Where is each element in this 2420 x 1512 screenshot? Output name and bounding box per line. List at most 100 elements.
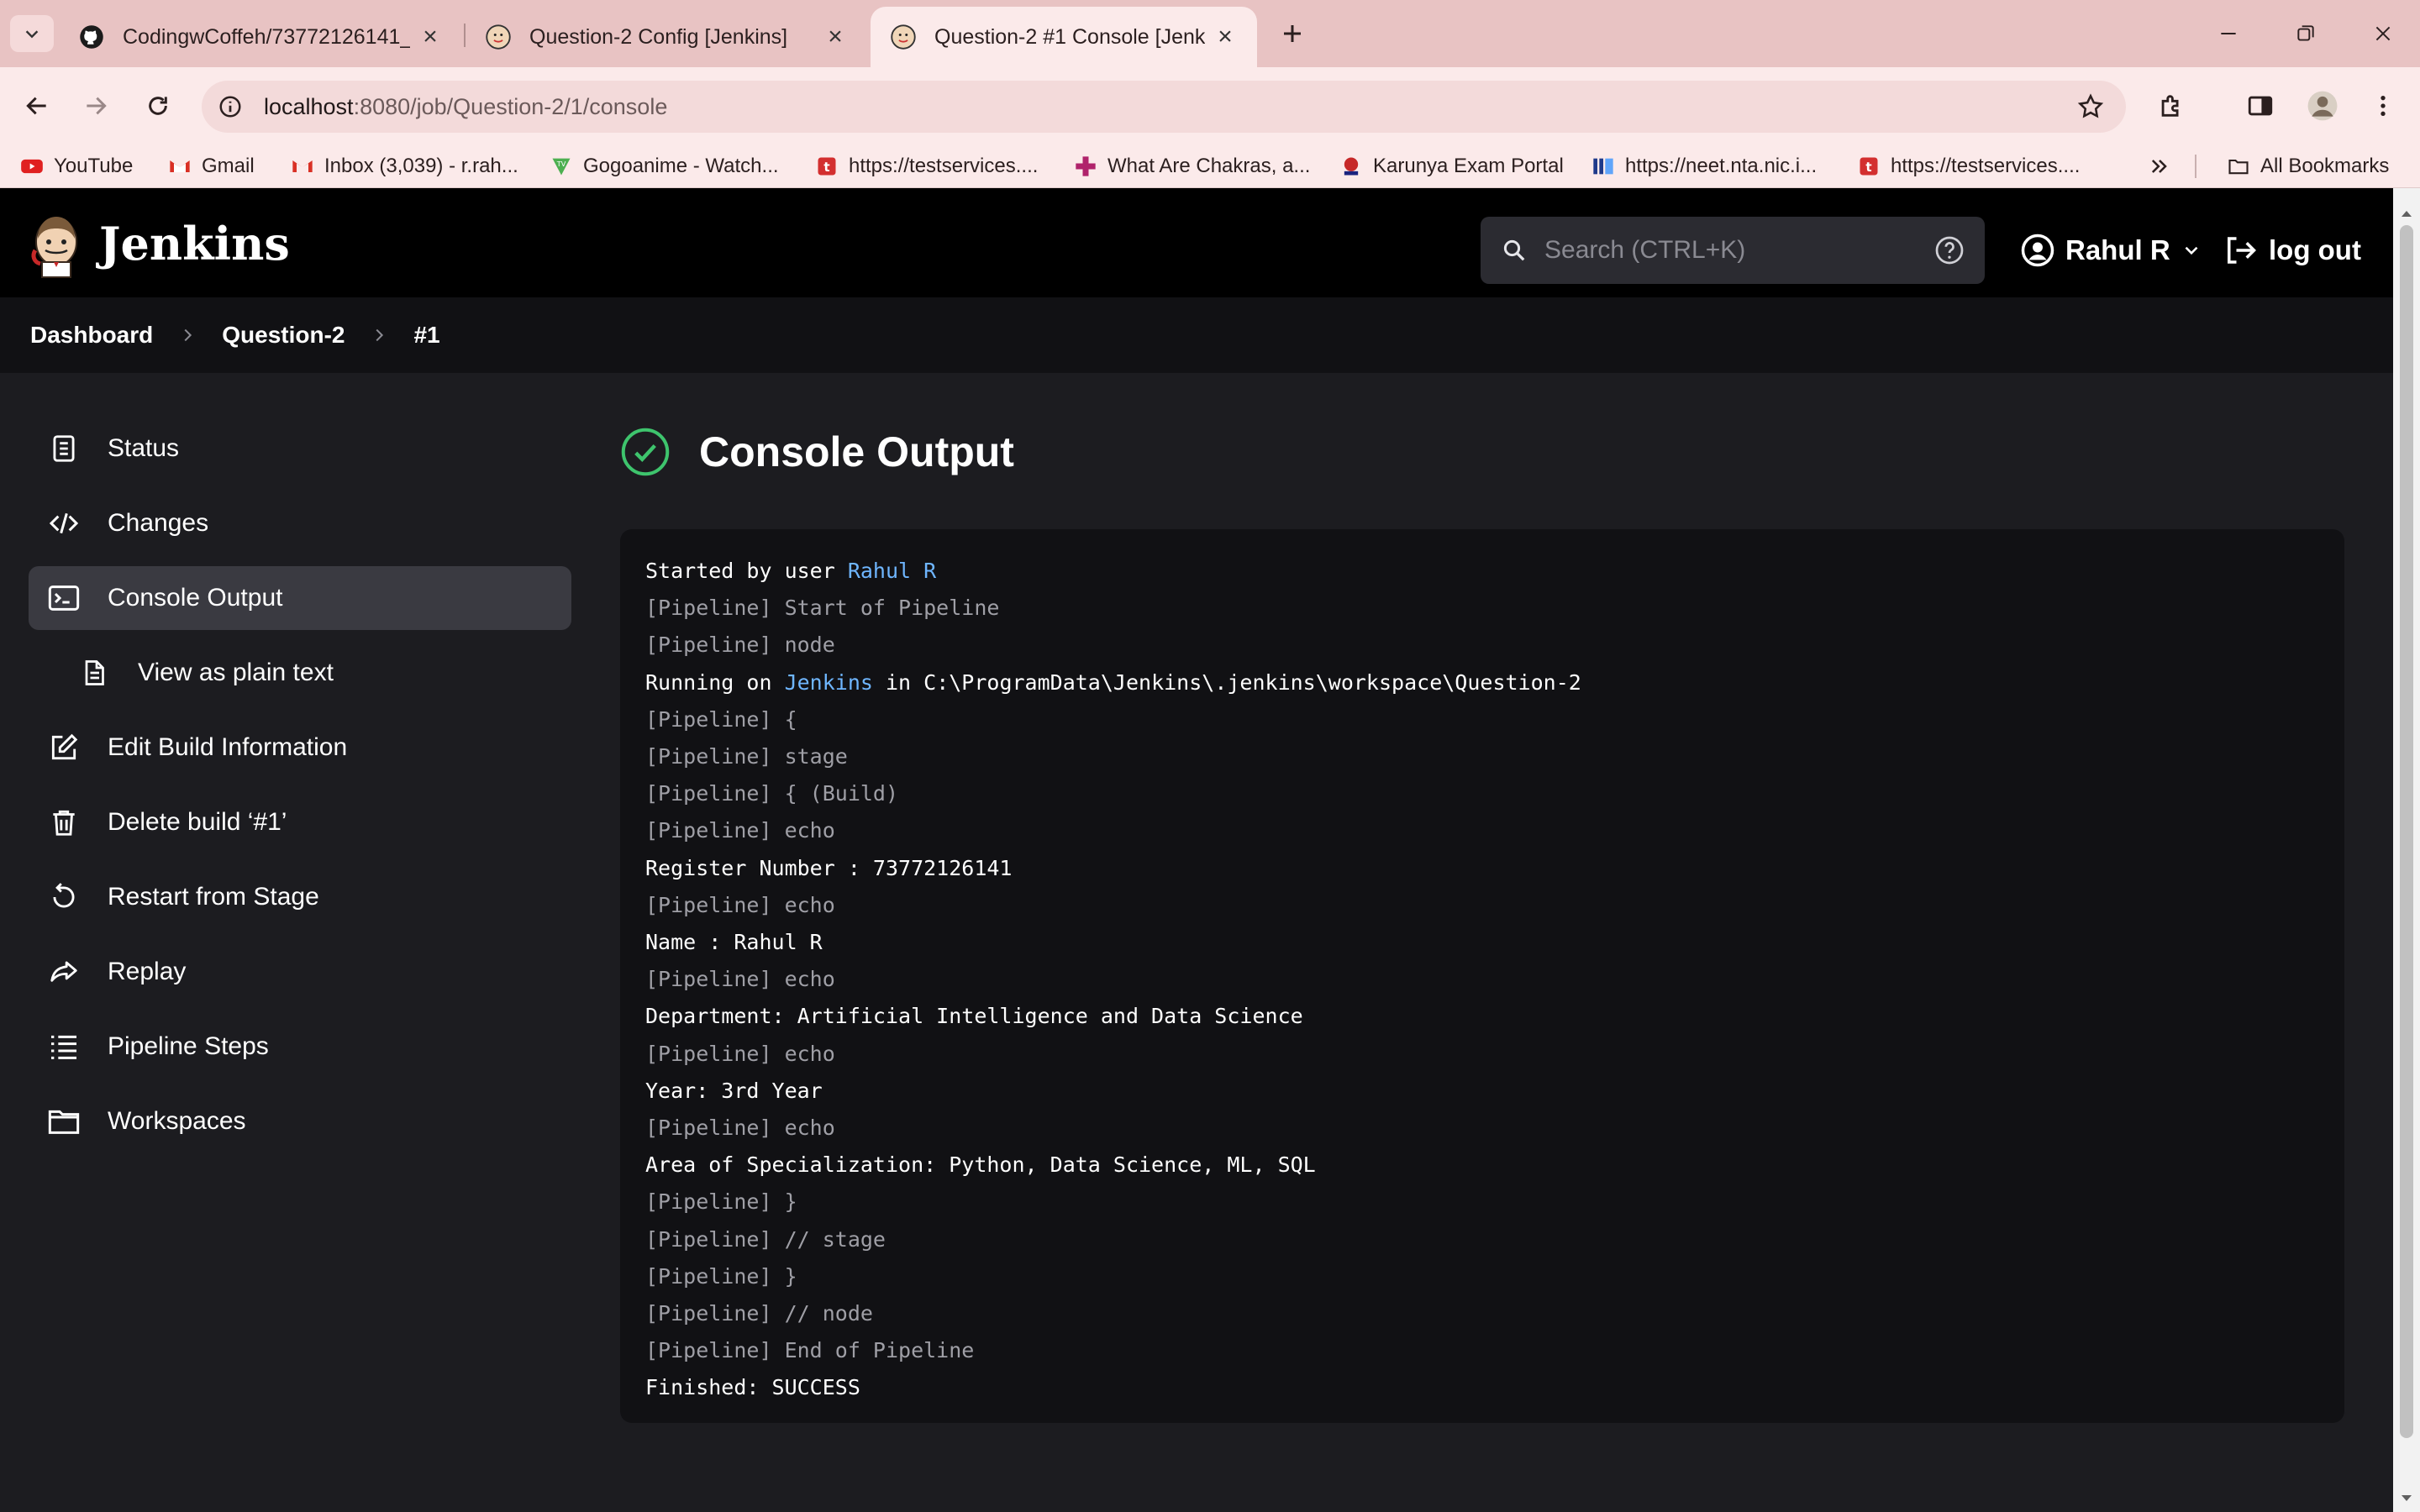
user-menu[interactable]: Rahul R (2020, 225, 2202, 276)
console-line: Year: 3rd Year (645, 1073, 2319, 1110)
list-icon (45, 1028, 82, 1065)
close-icon[interactable]: × (1213, 23, 1237, 50)
bookmark-gmail[interactable]: Gmail (168, 151, 255, 181)
tab-title: Question-2 #1 Console [Jenkins (934, 24, 1205, 49)
restore-icon (2297, 25, 2314, 41)
svg-text:t: t (1865, 160, 1871, 175)
breadcrumb: Dashboard Question-2 #1 (0, 297, 2393, 373)
browser-tab-github[interactable]: CodingwCoffeh/73772126141_ × (59, 7, 462, 67)
bookmark-inbox[interactable]: Inbox (3,039) - r.rah... (291, 151, 518, 181)
bookmarks-divider (2195, 155, 2196, 178)
reload-button[interactable] (138, 86, 178, 126)
svg-text:TV: TV (556, 160, 566, 168)
folder-icon (2227, 155, 2250, 178)
tab-title: CodingwCoffeh/73772126141_ (123, 24, 410, 49)
browser-tab-config[interactable]: Question-2 Config [Jenkins] × (466, 7, 867, 67)
bookmark-chakras[interactable]: What Are Chakras, a... (1074, 151, 1310, 181)
sidebar-item-label: Delete build ‘#1’ (108, 808, 287, 836)
console-line-text: [Pipeline] Start of Pipeline (645, 596, 1000, 621)
bookmark-star-icon[interactable] (2074, 90, 2107, 123)
sidebar-item-edit-build-information[interactable]: Edit Build Information (29, 716, 571, 780)
url-text: localhost:8080/job/Question-2/1/console (264, 94, 667, 120)
cross-icon (1074, 155, 1097, 178)
sidebar-item-workspaces[interactable]: Workspaces (29, 1089, 571, 1153)
bookmark-gogoanime[interactable]: TV Gogoanime - Watch... (550, 151, 779, 181)
breadcrumb-job[interactable]: Question-2 (222, 322, 345, 349)
minimize-button[interactable] (2190, 0, 2267, 67)
chevron-double-right-icon (2151, 160, 2167, 173)
github-icon (79, 24, 104, 50)
console-line: Department: Artificial Intelligence and … (645, 998, 2319, 1035)
bookmarks-overflow-button[interactable] (2148, 151, 2171, 181)
chevron-right-icon (370, 326, 388, 344)
jenkins-title[interactable]: Jenkins (99, 217, 290, 270)
breadcrumb-build[interactable]: #1 (413, 322, 439, 349)
page-scrollbar[interactable] (2393, 188, 2420, 1512)
extensions-button[interactable] (2151, 86, 2191, 126)
file-text-icon (76, 654, 113, 691)
sidebar-item-delete-build[interactable]: Delete build ‘#1’ (29, 790, 571, 854)
jenkins-search-box[interactable] (1481, 217, 1985, 284)
back-button[interactable] (17, 86, 57, 126)
breadcrumb-dashboard[interactable]: Dashboard (30, 322, 153, 349)
scrollbar-thumb[interactable] (2400, 225, 2413, 1438)
sidebar-item-label: Status (108, 434, 180, 462)
sidebar-item-replay[interactable]: Replay (29, 940, 571, 1004)
browser-menu-button[interactable] (2363, 86, 2403, 126)
bookmark-youtube[interactable]: YouTube (20, 151, 133, 181)
site-info-icon[interactable] (213, 90, 247, 123)
sidebar-item-status[interactable]: Status (29, 417, 571, 480)
all-bookmarks-button[interactable]: All Bookmarks (2227, 151, 2389, 181)
console-line: Running on Jenkins in C:\ProgramData\Jen… (645, 664, 2319, 701)
testservices-icon: t (1857, 155, 1881, 178)
tab-search-button[interactable] (10, 15, 54, 52)
trash-icon (45, 804, 82, 841)
help-icon[interactable] (1933, 234, 1966, 267)
close-icon[interactable]: × (823, 23, 847, 50)
restore-button[interactable] (2267, 0, 2344, 67)
youtube-icon (20, 155, 44, 178)
console-line-text: Running on (645, 669, 785, 695)
bookmark-label: Karunya Exam Portal (1373, 155, 1564, 177)
bookmark-label: Inbox (3,039) - r.rah... (324, 155, 518, 177)
bookmark-karunya[interactable]: Karunya Exam Portal (1339, 151, 1564, 181)
sidebar-item-pipeline-steps[interactable]: Pipeline Steps (29, 1015, 571, 1079)
edit-icon (45, 729, 82, 766)
console-line-text: Area of Specialization: Python, Data Sci… (645, 1152, 1316, 1178)
sidebar-item-view-plain-text[interactable]: View as plain text (29, 641, 571, 705)
bookmark-testservices-1[interactable]: t https://testservices.... (815, 151, 1038, 181)
gmail-icon (168, 155, 192, 178)
sidebar-item-restart-from-stage[interactable]: Restart from Stage (29, 865, 571, 929)
sidebar-item-changes[interactable]: Changes (29, 491, 571, 555)
bookmark-neet[interactable]: https://neet.nta.nic.i... (1591, 151, 1817, 181)
bookmark-label: What Are Chakras, a... (1107, 155, 1311, 177)
folder-icon (45, 1103, 82, 1140)
profile-avatar[interactable] (2302, 86, 2343, 126)
console-link[interactable]: Jenkins (785, 670, 873, 695)
side-panel-button[interactable] (2240, 86, 2281, 126)
forward-button[interactable] (76, 86, 116, 126)
bookmark-testservices-2[interactable]: t https://testservices.... (1857, 151, 2080, 181)
logout-link[interactable]: log out (2222, 225, 2361, 276)
scroll-down-icon[interactable] (2393, 1490, 2420, 1507)
url-host: localhost (264, 93, 354, 119)
search-icon (1497, 234, 1531, 267)
code-icon (45, 505, 82, 542)
console-line: Started by user Rahul R (645, 553, 2319, 590)
terminal-icon (45, 580, 82, 617)
close-window-button[interactable] (2344, 0, 2420, 67)
jenkins-logo-icon[interactable] (30, 213, 82, 281)
address-bar[interactable]: localhost:8080/job/Question-2/1/console (202, 81, 2126, 133)
new-tab-button[interactable] (1274, 15, 1311, 52)
console-line: [Pipeline] echo (645, 961, 2319, 998)
browser-tab-console[interactable]: Question-2 #1 Console [Jenkins × (871, 7, 1257, 67)
sidebar-item-label: Console Output (108, 584, 283, 612)
close-icon[interactable]: × (418, 23, 442, 50)
console-link[interactable]: Rahul R (848, 559, 936, 583)
browser-tab-strip: CodingwCoffeh/73772126141_ × Question-2 … (0, 0, 2420, 67)
sidebar-item-console-output[interactable]: Console Output (29, 566, 571, 630)
search-input[interactable] (1544, 236, 1933, 265)
console-line: [Pipeline] Start of Pipeline (645, 590, 2319, 627)
console-line-text: [Pipeline] } (645, 1263, 797, 1289)
scroll-up-icon[interactable] (2393, 205, 2420, 222)
